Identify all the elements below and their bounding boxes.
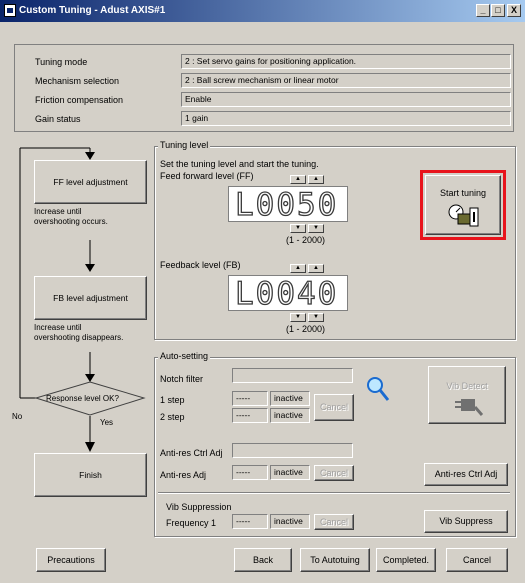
- to-autotuning-button[interactable]: To Autotuing: [300, 548, 370, 572]
- plug-icon: [455, 399, 483, 416]
- fb-note-line2: overshooting disappears.: [34, 333, 124, 342]
- maximize-button[interactable]: □: [491, 4, 505, 17]
- mechanism-selection-label: Mechanism selection: [35, 76, 120, 86]
- antires-cancel-button[interactable]: Cancel: [314, 465, 354, 481]
- fb-note-line1: Increase until: [34, 323, 82, 332]
- ff-range: (1 - 2000): [286, 235, 326, 245]
- cancel-button[interactable]: Cancel: [446, 548, 508, 572]
- app-icon: [4, 4, 16, 17]
- antires-ctrl-adj-label: Anti-res Ctrl Adj: [160, 448, 223, 458]
- tuning-mode-label: Tuning mode: [35, 57, 88, 67]
- ff-up-fast-button[interactable]: ▲: [308, 175, 324, 184]
- ff-up-button[interactable]: ▲: [290, 175, 306, 184]
- tuning-mode-value: 2 : Set servo gains for positioning appl…: [181, 54, 511, 69]
- ff-note-line1: Increase until: [34, 207, 82, 216]
- precautions-button[interactable]: Precautions: [36, 548, 106, 572]
- frequency1-status: inactive: [270, 514, 310, 529]
- vib-cancel-button[interactable]: Cancel: [314, 514, 354, 530]
- step1-status: inactive: [270, 391, 310, 406]
- completed-button[interactable]: Completed.: [376, 548, 436, 572]
- search-icon[interactable]: [366, 376, 392, 404]
- notch-filter-label: Notch filter: [160, 374, 204, 384]
- tuning-level-group-label: Tuning level: [158, 140, 211, 150]
- fb-level-display[interactable]: L0040: [228, 275, 348, 312]
- fb-level-value: L0040: [234, 276, 339, 312]
- mechanism-selection-value: 2 : Ball screw mechanism or linear motor: [181, 73, 511, 88]
- notch-filter-field: [232, 368, 353, 383]
- step2-value: -----: [232, 408, 268, 423]
- step1-value: -----: [232, 391, 268, 406]
- fb-level-label: Feedback level (FB): [160, 260, 241, 270]
- finish-box: Finish: [34, 453, 147, 497]
- minimize-button[interactable]: _: [476, 4, 490, 17]
- gain-status-label: Gain status: [35, 114, 81, 124]
- vib-suppress-button[interactable]: Vib Suppress: [424, 510, 508, 533]
- tuning-icon: [448, 204, 479, 227]
- fb-down-fast-button[interactable]: ▼: [308, 313, 324, 322]
- decision-label: Response level OK?: [46, 394, 119, 403]
- ff-note-line2: overshooting occurs.: [34, 217, 108, 226]
- antires-adj-status: inactive: [270, 465, 310, 480]
- info-panel: Tuning mode 2 : Set servo gains for posi…: [14, 44, 514, 132]
- notch-cancel-button[interactable]: Cancel: [314, 394, 354, 421]
- auto-setting-group-label: Auto-setting: [158, 351, 211, 361]
- friction-compensation-value: Enable: [181, 92, 511, 107]
- no-label: No: [12, 412, 23, 421]
- auto-setting-divider: [158, 492, 510, 494]
- frequency1-label: Frequency 1: [166, 518, 217, 528]
- title-bar: Custom Tuning - Adust AXIS#1 _ □ X: [0, 0, 525, 22]
- antires-ctrl-adj-field: [232, 443, 353, 458]
- fb-up-button[interactable]: ▲: [290, 264, 306, 273]
- fb-range: (1 - 2000): [286, 324, 326, 334]
- step2-label: 2 step: [160, 412, 185, 422]
- back-button[interactable]: Back: [234, 548, 292, 572]
- fb-up-fast-button[interactable]: ▲: [308, 264, 324, 273]
- fb-level-adjustment-box: FB level adjustment: [34, 276, 147, 320]
- antires-adj-label: Anti-res Adj: [160, 470, 207, 480]
- tuning-instruction: Set the tuning level and start the tunin…: [160, 159, 319, 169]
- close-button[interactable]: X: [507, 4, 521, 17]
- vib-detect-label: Vib Detect: [446, 381, 488, 391]
- ff-level-display[interactable]: L0050: [228, 186, 348, 223]
- vib-detect-button[interactable]: Vib Detect: [428, 366, 506, 424]
- frequency1-value: -----: [232, 514, 268, 529]
- start-tuning-label: Start tuning: [439, 188, 487, 198]
- ff-down-button[interactable]: ▼: [290, 224, 306, 233]
- gain-status-value: 1 gain: [181, 111, 511, 126]
- window-title: Custom Tuning - Adust AXIS#1: [19, 5, 166, 16]
- antires-adj-value: -----: [232, 465, 268, 480]
- antires-ctrl-adj-button[interactable]: Anti-res Ctrl Adj: [424, 463, 508, 486]
- ff-level-adjustment-box: FF level adjustment: [34, 160, 147, 204]
- fb-down-button[interactable]: ▼: [290, 313, 306, 322]
- friction-compensation-label: Friction compensation: [35, 95, 124, 105]
- ff-level-value: L0050: [234, 187, 339, 223]
- step2-status: inactive: [270, 408, 310, 423]
- vib-suppression-label: Vib Suppression: [166, 502, 232, 512]
- ff-down-fast-button[interactable]: ▼: [308, 224, 324, 233]
- step1-label: 1 step: [160, 395, 185, 405]
- start-tuning-button[interactable]: Start tuning: [425, 175, 501, 235]
- yes-label: Yes: [100, 418, 114, 427]
- ff-level-label: Feed forward level (FF): [160, 171, 254, 181]
